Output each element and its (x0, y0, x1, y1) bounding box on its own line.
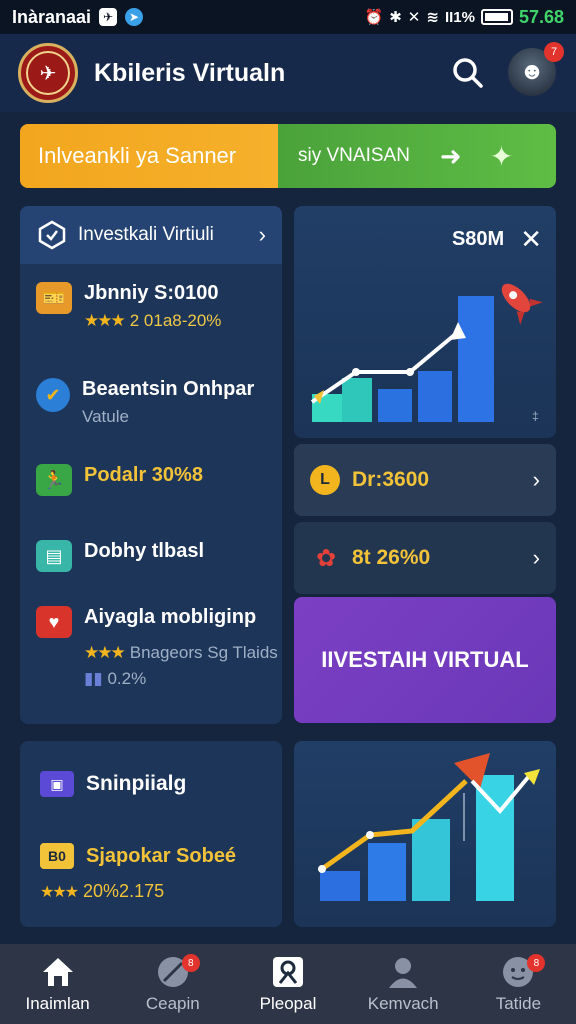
stars-icon: ★★★ (84, 311, 126, 330)
sparkle-star-icon: ✦ (489, 140, 514, 172)
alarm-icon: ⏰ (364, 9, 384, 26)
search-icon (453, 58, 483, 88)
item-title: Beaentsin Onhpar (82, 378, 255, 400)
list-item[interactable]: 🎫 Jbnniy S:0100 ★★★ 2 01a8-20% (36, 282, 221, 331)
nav-label: Inaimlan (25, 994, 90, 1013)
stars-icon: ★★★ (40, 883, 79, 901)
nav-item-explore[interactable]: 8 Ceapin (115, 944, 230, 1024)
item-title: Sninpiialg (86, 772, 187, 795)
nav-item-chat[interactable]: 8 Tatide (461, 944, 576, 1024)
rating-row: ★★★ 20%2.175 (40, 881, 164, 902)
notification-badge: 8 (181, 954, 200, 972)
app-logo[interactable]: ✈ (18, 43, 78, 103)
nav-label: Pleopal (259, 994, 317, 1013)
home-icon (40, 954, 76, 990)
carrier-name: Inàranaai (12, 6, 92, 27)
banner-right-text: siy VNAISAN (298, 145, 410, 166)
item-title: Sjapokar Sobeé (86, 844, 237, 867)
trend-chart-illustration (318, 753, 540, 901)
check-badge-icon: ✔ (36, 378, 70, 412)
row-value: Dr:3600 (352, 468, 430, 491)
profile-card-icon (270, 954, 306, 990)
nav-item-home[interactable]: Inaimlan (0, 944, 115, 1024)
item-sub2: ▮▮ 0.2% (84, 669, 147, 688)
coin-balance-row[interactable]: L Dr:3600 › (294, 444, 556, 516)
panel-title: Investkali Virtiuli (78, 224, 214, 245)
growth-chart-card[interactable]: S80M ✕ ‡ (294, 206, 556, 438)
notification-badge: 7 (544, 42, 564, 62)
bar-chart-icon: ▮▮ (84, 669, 103, 688)
bottom-navigation: Inaimlan 8 Ceapin Pleopal Kemvach 8 Tati… (0, 944, 576, 1024)
chevron-right-icon: › (532, 467, 540, 492)
wifi-icon: ≋ (426, 9, 439, 26)
battery-icon (480, 9, 513, 25)
stars-icon: ★★★ (84, 643, 126, 662)
arrow-right-icon: ➜ (439, 140, 462, 171)
telegram-icon: ➤ (125, 8, 144, 26)
banner-right: siy VNAISAN ➜ ✦ (278, 124, 556, 188)
promo-banner[interactable]: Inlveankli ya Sanner siy VNAISAN ➜ ✦ (20, 124, 556, 188)
person-icon (385, 954, 421, 990)
item-title: Aiyagla mobliginp (84, 606, 257, 628)
investment-list-panel: Investkali Virtiuli › 🎫 Jbnniy S:0100 ★★… (20, 206, 282, 724)
nav-item-profile-card[interactable]: Pleopal (230, 944, 345, 1024)
chevron-right-icon: › (532, 545, 540, 570)
row-value: 8t 26%0 (352, 546, 431, 569)
banner-left: Inlveankli ya Sanner (20, 124, 278, 188)
panel-header[interactable]: Investkali Virtiuli › (20, 206, 282, 264)
mute-icon: ✕ (407, 9, 421, 26)
trend-chart-card[interactable] (294, 741, 556, 927)
messenger-icon: ✈ (99, 8, 118, 26)
nav-item-person[interactable]: Kemvach (346, 944, 461, 1024)
list-item[interactable]: B0 Sjapokar Sobeé (40, 843, 236, 869)
nav-label: Tatide (495, 994, 542, 1013)
coin-icon: L (310, 465, 340, 495)
notification-badge: 8 (527, 954, 546, 972)
growth-chart-illustration: ‡ (310, 283, 543, 423)
item-sub: ★★★ Bnageors Sg Tlaids (84, 643, 278, 662)
rocket-emblem-icon: ✈ (26, 51, 70, 95)
invest-virtual-button[interactable]: IIVESTAIH VIRTUAL (294, 597, 556, 723)
search-button[interactable] (446, 51, 490, 95)
item-title: Jbnniy S:0100 (84, 282, 219, 304)
list-item[interactable]: ▣ Sninpiialg (40, 771, 186, 797)
nav-label: Kemvach (367, 994, 439, 1013)
nav-label: Ceapin (145, 994, 200, 1013)
item-title: Podalr 30%8 (84, 464, 203, 486)
item-sub: Vatule (82, 407, 129, 426)
status-bar: Inàranaai ✈ ➤ ⏰ ✱ ✕ ≋ II1% 57.68 (0, 0, 576, 34)
list-item[interactable]: ✔ Beaentsin Onhpar Vatule (36, 378, 254, 427)
clock: 57.68 (518, 6, 564, 27)
rose-icon: ✿ (315, 544, 337, 572)
bluetooth-icon: ✱ (389, 9, 402, 26)
list-item[interactable]: ▤ Dobhy tlbasl (36, 540, 204, 572)
hexagon-check-icon (36, 219, 68, 251)
heart-box-icon: ♥ (36, 606, 72, 638)
svg-text:‡: ‡ (532, 409, 539, 423)
item-title: Dobhy tlbasl (84, 540, 205, 562)
rose-rate-row[interactable]: ✿ 8t 26%0 › (294, 522, 556, 594)
list-item[interactable]: ♥ Aiyagla mobliginp ★★★ Bnageors Sg Tlaid… (36, 606, 278, 689)
wallet-icon: ▣ (40, 771, 74, 797)
list-item[interactable]: 🏃 Podalr 30%8 (36, 464, 203, 496)
rocket-icon (501, 283, 543, 325)
tickets-icon: 🎫 (36, 282, 72, 314)
summary-panel: ▣ Sninpiialg B0 Sjapokar Sobeé ★★★ 20%2.… (20, 741, 282, 927)
item-badge: B0 (40, 843, 74, 869)
chevron-right-icon: › (258, 222, 266, 247)
app-header: ✈ Kbileris Virtualn ☻ 7 (0, 34, 576, 112)
profile-button[interactable]: ☻ 7 (508, 42, 564, 98)
runner-icon: 🏃 (36, 464, 72, 496)
app-title: Kbileris Virtualn (94, 58, 286, 87)
shield-card-icon: ▤ (36, 540, 72, 572)
item-sub: ★★★ 2 01a8-20% (84, 311, 222, 330)
battery-percent: II1% (444, 8, 475, 26)
rating-value: 20%2.175 (83, 881, 165, 901)
